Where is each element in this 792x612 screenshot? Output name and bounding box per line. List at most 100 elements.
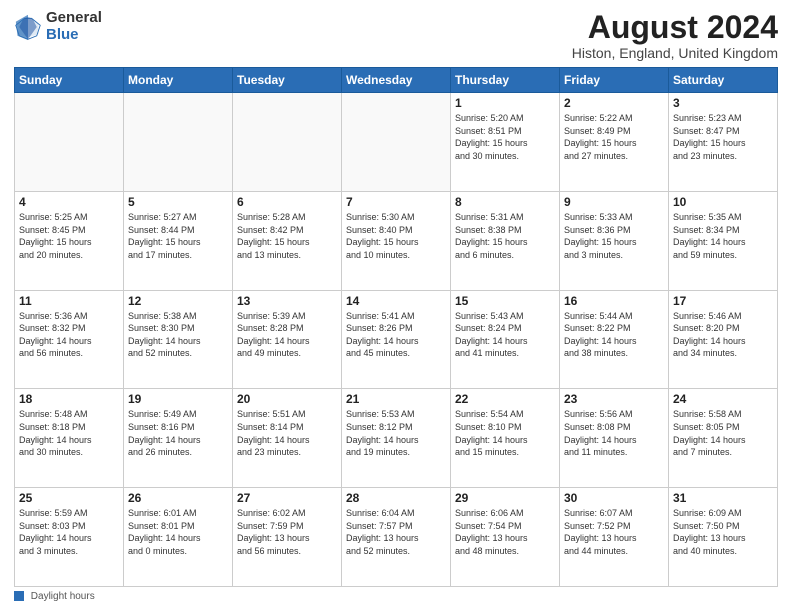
calendar-cell: 28 Sunrise: 6:04 AM Sunset: 7:57 PM Dayli… [342,488,451,587]
calendar-cell: 30Sunrise: 6:07 AM Sunset: 7:52 PM Dayli… [560,488,669,587]
calendar-cell: 26Sunrise: 6:01 AM Sunset: 8:01 PM Dayli… [124,488,233,587]
day-number: 29 [455,491,555,505]
col-sunday: Sunday [15,68,124,93]
day-info: Sunrise: 5:33 AM Sunset: 8:36 PM Dayligh… [564,211,664,261]
day-info: Sunrise: 6:04 AM Sunset: 7:57 PM Dayligh… [346,507,446,557]
day-info: Sunrise: 5:39 AM Sunset: 8:28 PM Dayligh… [237,310,337,360]
calendar-cell: 8Sunrise: 5:31 AM Sunset: 8:38 PM Daylig… [451,191,560,290]
calendar-cell: 18 Sunrise: 5:48 AM Sunset: 8:18 PM Dayli… [15,389,124,488]
day-info: Sunrise: 5:58 AM Sunset: 8:05 PM Dayligh… [673,408,773,458]
day-info: Sunrise: 5:56 AM Sunset: 8:08 PM Dayligh… [564,408,664,458]
day-number: 23 [564,392,664,406]
logo-text: General Blue [46,10,102,43]
day-info: Sunrise: 5:54 AM Sunset: 8:10 PM Dayligh… [455,408,555,458]
day-info: Sunrise: 6:06 AM Sunset: 7:54 PM Dayligh… [455,507,555,557]
day-number: 24 [673,392,773,406]
day-info: Sunrise: 5:46 AM Sunset: 8:20 PM Dayligh… [673,310,773,360]
calendar-cell: 6 Sunrise: 5:28 AM Sunset: 8:42 PM Daylig… [233,191,342,290]
day-info: Sunrise: 5:35 AM Sunset: 8:34 PM Dayligh… [673,211,773,261]
calendar-cell: 1 Sunrise: 5:20 AM Sunset: 8:51 PM Daylig… [451,93,560,192]
calendar-cell: 13 Sunrise: 5:39 AM Sunset: 8:28 PM Dayli… [233,290,342,389]
day-number: 28 [346,491,446,505]
day-number: 3 [673,96,773,110]
day-number: 19 [128,392,228,406]
calendar-cell: 10Sunrise: 5:35 AM Sunset: 8:34 PM Dayli… [669,191,778,290]
day-number: 22 [455,392,555,406]
calendar-cell: 31Sunrise: 6:09 AM Sunset: 7:50 PM Dayli… [669,488,778,587]
day-info: Sunrise: 6:09 AM Sunset: 7:50 PM Dayligh… [673,507,773,557]
calendar-cell: 3 Sunrise: 5:23 AM Sunset: 8:47 PM Daylig… [669,93,778,192]
calendar-week-2: 11 Sunrise: 5:36 AM Sunset: 8:32 PM Dayli… [15,290,778,389]
day-info: Sunrise: 6:02 AM Sunset: 7:59 PM Dayligh… [237,507,337,557]
logo-blue: Blue [46,27,102,44]
day-number: 1 [455,96,555,110]
day-info: Sunrise: 5:23 AM Sunset: 8:47 PM Dayligh… [673,112,773,162]
day-info: Sunrise: 5:59 AM Sunset: 8:03 PM Dayligh… [19,507,119,557]
day-info: Sunrise: 5:30 AM Sunset: 8:40 PM Dayligh… [346,211,446,261]
day-info: Sunrise: 5:20 AM Sunset: 8:51 PM Dayligh… [455,112,555,162]
calendar-week-0: 1 Sunrise: 5:20 AM Sunset: 8:51 PM Daylig… [15,93,778,192]
calendar-cell: 11 Sunrise: 5:36 AM Sunset: 8:32 PM Dayli… [15,290,124,389]
day-number: 5 [128,195,228,209]
footer: Daylight hours [14,591,778,602]
calendar-week-4: 25 Sunrise: 5:59 AM Sunset: 8:03 PM Dayli… [15,488,778,587]
day-number: 18 [19,392,119,406]
calendar-cell: 4 Sunrise: 5:25 AM Sunset: 8:45 PM Daylig… [15,191,124,290]
calendar-cell: 14 Sunrise: 5:41 AM Sunset: 8:26 PM Dayli… [342,290,451,389]
day-number: 4 [19,195,119,209]
calendar-cell [342,93,451,192]
title-month: August 2024 [572,10,778,45]
day-number: 6 [237,195,337,209]
calendar-cell [15,93,124,192]
day-number: 21 [346,392,446,406]
day-info: Sunrise: 5:36 AM Sunset: 8:32 PM Dayligh… [19,310,119,360]
title-location: Histon, England, United Kingdom [572,45,778,61]
calendar-cell: 25 Sunrise: 5:59 AM Sunset: 8:03 PM Dayli… [15,488,124,587]
day-info: Sunrise: 5:25 AM Sunset: 8:45 PM Dayligh… [19,211,119,261]
day-number: 27 [237,491,337,505]
day-number: 16 [564,294,664,308]
day-number: 9 [564,195,664,209]
calendar-cell: 20 Sunrise: 5:51 AM Sunset: 8:14 PM Dayli… [233,389,342,488]
day-number: 15 [455,294,555,308]
col-monday: Monday [124,68,233,93]
calendar-cell [124,93,233,192]
day-number: 17 [673,294,773,308]
calendar-table: Sunday Monday Tuesday Wednesday Thursday… [14,67,778,587]
day-info: Sunrise: 6:01 AM Sunset: 8:01 PM Dayligh… [128,507,228,557]
day-number: 11 [19,294,119,308]
logo-general: General [46,10,102,27]
day-info: Sunrise: 5:48 AM Sunset: 8:18 PM Dayligh… [19,408,119,458]
col-saturday: Saturday [669,68,778,93]
col-tuesday: Tuesday [233,68,342,93]
day-number: 14 [346,294,446,308]
header: General Blue August 2024 Histon, England… [14,10,778,61]
col-wednesday: Wednesday [342,68,451,93]
calendar-cell: 23 Sunrise: 5:56 AM Sunset: 8:08 PM Dayli… [560,389,669,488]
footer-dot [14,591,24,601]
day-info: Sunrise: 5:44 AM Sunset: 8:22 PM Dayligh… [564,310,664,360]
calendar-cell: 5Sunrise: 5:27 AM Sunset: 8:44 PM Daylig… [124,191,233,290]
day-info: Sunrise: 5:43 AM Sunset: 8:24 PM Dayligh… [455,310,555,360]
day-info: Sunrise: 5:22 AM Sunset: 8:49 PM Dayligh… [564,112,664,162]
calendar-cell: 12 Sunrise: 5:38 AM Sunset: 8:30 PM Dayli… [124,290,233,389]
calendar-cell: 21 Sunrise: 5:53 AM Sunset: 8:12 PM Dayli… [342,389,451,488]
day-info: Sunrise: 5:53 AM Sunset: 8:12 PM Dayligh… [346,408,446,458]
col-thursday: Thursday [451,68,560,93]
day-info: Sunrise: 5:31 AM Sunset: 8:38 PM Dayligh… [455,211,555,261]
calendar-header-row: Sunday Monday Tuesday Wednesday Thursday… [15,68,778,93]
day-info: Sunrise: 5:41 AM Sunset: 8:26 PM Dayligh… [346,310,446,360]
page: General Blue August 2024 Histon, England… [0,0,792,612]
day-number: 7 [346,195,446,209]
calendar-cell: 7 Sunrise: 5:30 AM Sunset: 8:40 PM Daylig… [342,191,451,290]
day-number: 25 [19,491,119,505]
day-info: Sunrise: 5:28 AM Sunset: 8:42 PM Dayligh… [237,211,337,261]
calendar-cell: 22 Sunrise: 5:54 AM Sunset: 8:10 PM Dayli… [451,389,560,488]
day-info: Sunrise: 5:38 AM Sunset: 8:30 PM Dayligh… [128,310,228,360]
day-number: 12 [128,294,228,308]
calendar-week-1: 4 Sunrise: 5:25 AM Sunset: 8:45 PM Daylig… [15,191,778,290]
day-info: Sunrise: 5:51 AM Sunset: 8:14 PM Dayligh… [237,408,337,458]
calendar-cell: 29 Sunrise: 6:06 AM Sunset: 7:54 PM Dayli… [451,488,560,587]
day-number: 13 [237,294,337,308]
day-number: 20 [237,392,337,406]
